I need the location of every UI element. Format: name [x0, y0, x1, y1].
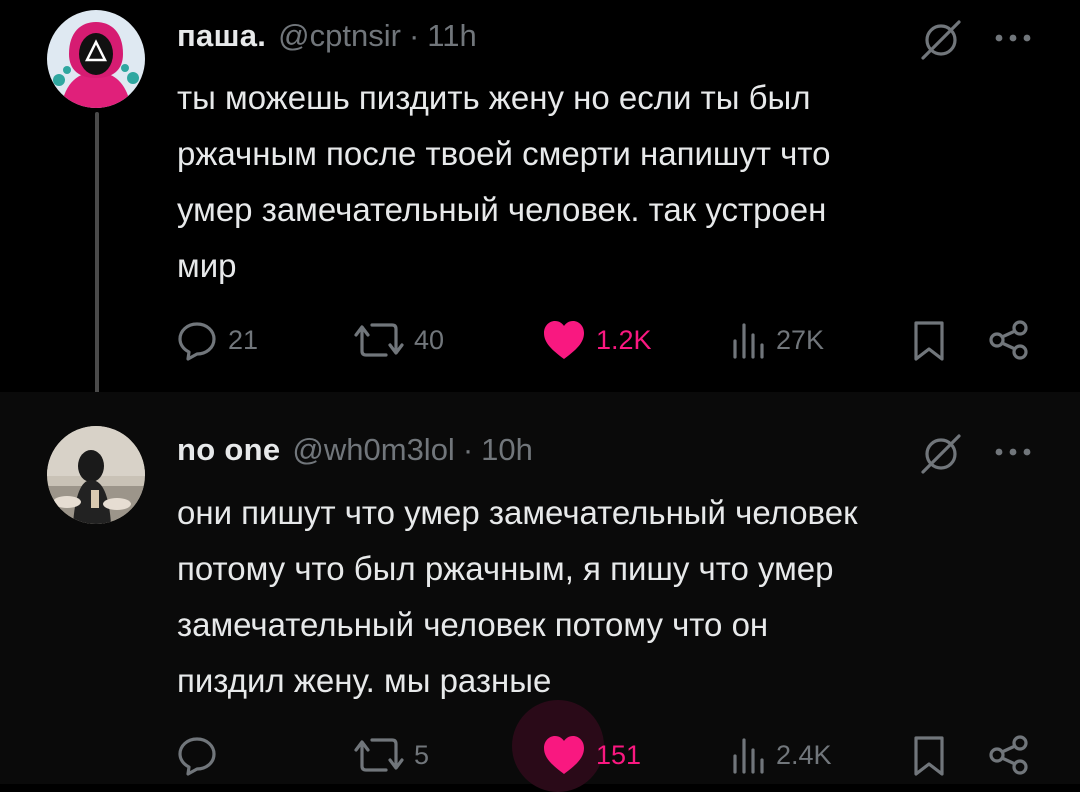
repost-icon	[354, 738, 404, 772]
squid-game-guard-avatar	[47, 10, 145, 108]
post-text-line: мир	[177, 247, 237, 284]
like-button[interactable]: 1.2K	[542, 315, 652, 365]
repost-button[interactable]: 40	[354, 315, 444, 365]
post-text-line: ржачным после твоей смерти напишут что	[177, 135, 831, 172]
views-count: 2.4K	[776, 739, 832, 770]
views-button[interactable]: 2.4K	[730, 730, 832, 780]
reply-count: 21	[228, 324, 259, 355]
timestamp[interactable]: 11h	[427, 18, 476, 54]
post-header: паша. @cptnsir · 11h	[177, 18, 477, 58]
post-text-line: они пишут что умер замечательный человек	[177, 494, 858, 531]
share-icon	[989, 735, 1028, 775]
post-text-line: потому что был ржачным, я пишу что умер	[177, 550, 834, 587]
bookmark-icon	[914, 736, 944, 776]
grok-icon[interactable]	[918, 16, 964, 62]
post-header: no one @wh0m3lol · 10h	[177, 432, 533, 472]
bookmark-icon	[914, 321, 944, 361]
post-text-line: пиздил жену. мы разные	[177, 662, 552, 699]
author-name[interactable]: no one	[177, 432, 280, 468]
more-icon[interactable]	[990, 442, 1036, 462]
share-button[interactable]	[988, 730, 1030, 780]
grok-icon[interactable]	[918, 430, 964, 476]
share-icon	[989, 320, 1028, 360]
repost-button[interactable]: 5	[354, 730, 429, 780]
repost-count: 40	[414, 324, 445, 355]
action-bar: 5 151 2.4K	[0, 700, 1080, 792]
bookmark-button[interactable]	[912, 730, 946, 780]
post-text-line: замечательный человек потому что он	[177, 606, 769, 643]
post-2[interactable]: no one @wh0m3lol · 10h они пишут что уме…	[0, 392, 1080, 792]
views-button[interactable]: 27K	[730, 315, 824, 365]
reply-button[interactable]	[176, 730, 228, 780]
action-bar: 21 40 1.2K 27K	[0, 315, 1080, 365]
author-name[interactable]: паша.	[177, 18, 266, 54]
views-icon	[733, 323, 764, 359]
like-button[interactable]: 151	[542, 730, 641, 780]
like-count: 151	[596, 739, 642, 770]
more-icon[interactable]	[990, 28, 1036, 48]
post-text-line: ты можешь пиздить жену но если ты был	[177, 79, 811, 116]
separator: ·	[462, 432, 474, 467]
reply-icon	[178, 737, 216, 776]
like-count: 1.2K	[596, 324, 652, 355]
thread-line	[95, 112, 99, 410]
separator: ·	[408, 18, 420, 53]
post-text: ты можешь пиздить жену но если ты был рж…	[177, 70, 1037, 294]
avatar[interactable]	[47, 10, 145, 108]
avatar[interactable]	[47, 426, 145, 524]
like-icon	[544, 321, 584, 359]
author-handle[interactable]: @wh0m3lol	[292, 432, 454, 468]
views-icon	[733, 738, 764, 774]
share-button[interactable]	[988, 315, 1030, 365]
views-count: 27K	[776, 324, 825, 355]
post-text: они пишут что умер замечательный человек…	[177, 485, 1037, 709]
post-1[interactable]: паша. @cptnsir · 11h ты можешь пиздить ж…	[0, 0, 1080, 410]
post-text-line: умер замечательный человек. так устроен	[177, 191, 827, 228]
bookmark-button[interactable]	[912, 315, 946, 365]
timestamp[interactable]: 10h	[481, 432, 533, 468]
reply-icon	[178, 322, 216, 361]
repost-count: 5	[414, 739, 430, 770]
like-icon	[544, 736, 584, 774]
person-photo-avatar	[47, 426, 145, 524]
repost-icon	[354, 323, 404, 357]
reply-button[interactable]: 21	[176, 315, 258, 365]
author-handle[interactable]: @cptnsir	[278, 18, 401, 54]
